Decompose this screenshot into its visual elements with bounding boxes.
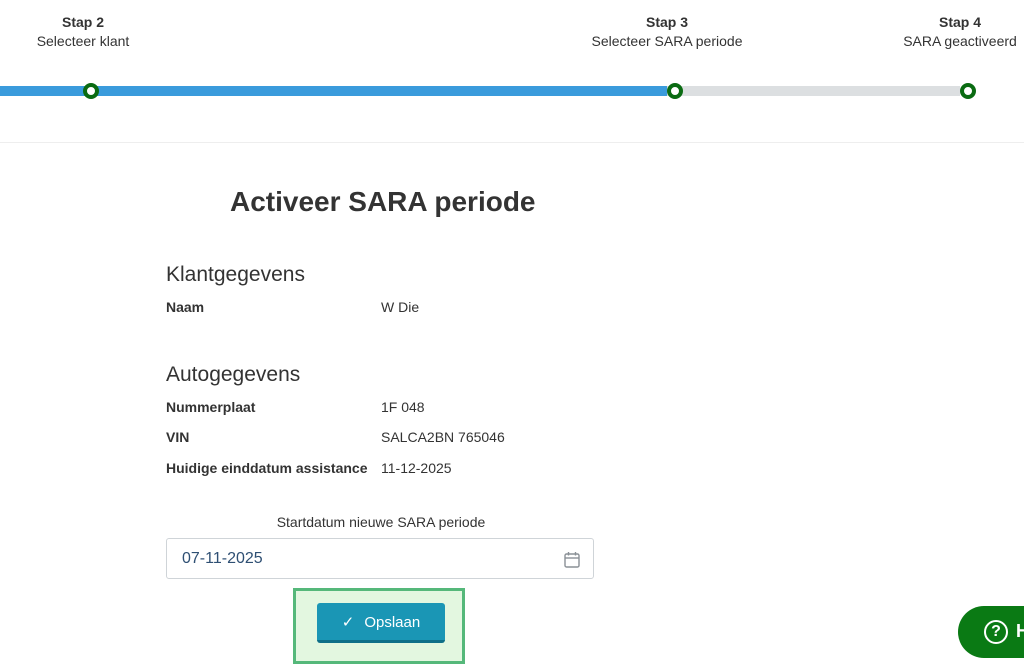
name-value: W Die bbox=[381, 299, 420, 315]
step-4-node bbox=[960, 83, 976, 99]
help-icon: ? bbox=[984, 620, 1008, 644]
step-4-subtitle: SARA geactiveerd bbox=[903, 33, 1017, 49]
step-4-title: Stap 4 bbox=[938, 14, 981, 30]
plate-value: 1F 048 bbox=[381, 399, 425, 415]
name-label: Naam bbox=[166, 299, 205, 315]
stepper: Stap 2 Selecteer klant Stap 3 Selecteer … bbox=[0, 0, 1024, 143]
start-date-label: Startdatum nieuwe SARA periode bbox=[276, 514, 486, 530]
step-3: Stap 3 Selecteer SARA periode bbox=[567, 13, 767, 51]
end-date-value: 11-12-2025 bbox=[381, 460, 452, 476]
progress-track-completed bbox=[0, 86, 667, 96]
step-2-title: Stap 2 bbox=[61, 14, 104, 30]
vin-value: SALCA2BN 765046 bbox=[381, 429, 505, 445]
save-button-label: Opslaan bbox=[364, 613, 421, 631]
progress-track-pending bbox=[667, 86, 960, 96]
vin-label: VIN bbox=[166, 429, 190, 445]
step-2-subtitle: Selecteer klant bbox=[36, 33, 130, 49]
start-date-value: 07-11-2025 bbox=[182, 550, 263, 567]
end-date-label: Huidige einddatum assistance bbox=[166, 460, 368, 476]
start-date-input[interactable]: 07-11-2025 bbox=[166, 538, 594, 579]
help-button-label: H bbox=[1016, 621, 1024, 641]
help-button[interactable]: ? H bbox=[958, 606, 1024, 658]
step-3-subtitle: Selecteer SARA periode bbox=[591, 33, 743, 49]
customer-section-title: Klantgegevens bbox=[166, 263, 305, 286]
step-2-node bbox=[83, 83, 99, 99]
step-2: Stap 2 Selecteer klant bbox=[0, 13, 183, 51]
save-button[interactable]: ✓ Opslaan bbox=[317, 603, 445, 643]
step-3-title: Stap 3 bbox=[645, 14, 688, 30]
check-icon: ✓ bbox=[341, 613, 355, 631]
page-title: Activeer SARA periode bbox=[230, 186, 536, 217]
plate-label: Nummerplaat bbox=[166, 399, 256, 415]
calendar-icon[interactable] bbox=[564, 551, 580, 568]
step-3-node bbox=[667, 83, 683, 99]
step-4: Stap 4 SARA geactiveerd bbox=[860, 13, 1024, 51]
car-section-title: Autogegevens bbox=[166, 363, 301, 386]
